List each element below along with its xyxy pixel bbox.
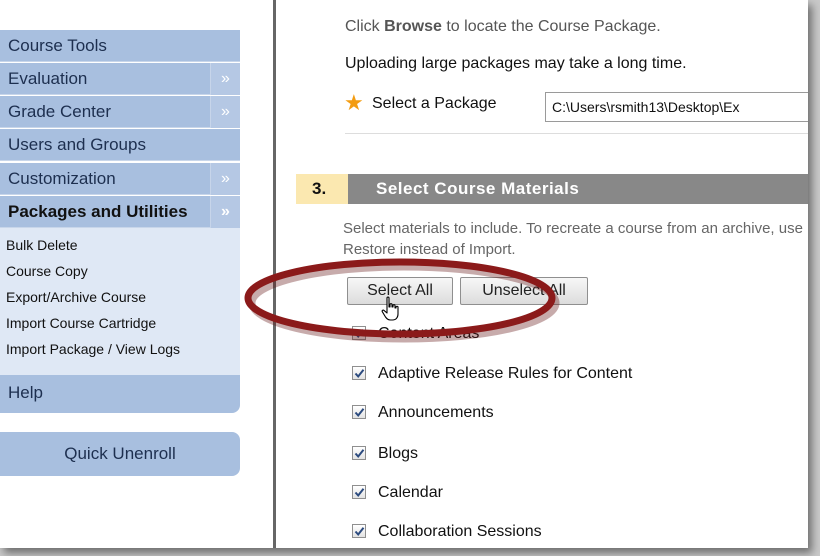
screenshot-frame: Course Tools Evaluation » Grade Center »… (0, 0, 808, 548)
sidebar-item-label: Evaluation (8, 69, 88, 88)
section-separator (345, 133, 808, 134)
submenu-item-bulk-delete[interactable]: Bulk Delete (0, 232, 240, 258)
sidebar-item-grade-center[interactable]: Grade Center » (0, 96, 240, 128)
sidebar-item-customization[interactable]: Customization » (0, 163, 240, 195)
sidebar-item-course-tools[interactable]: Course Tools (0, 30, 240, 62)
sidebar-item-packages-and-utilities[interactable]: Packages and Utilities » (0, 196, 240, 228)
sidebar-item-label: Users and Groups (8, 135, 146, 154)
packages-submenu: Bulk Delete Course Copy Export/Archive C… (0, 228, 240, 375)
material-item-collaboration-sessions[interactable]: Collaboration Sessions (352, 523, 542, 547)
checkbox-label: Collaboration Sessions (378, 523, 542, 540)
checkbox-label: Announcements (378, 404, 494, 421)
highlight-ellipse (244, 258, 560, 343)
material-item-adaptive-release[interactable]: Adaptive Release Rules for Content (352, 365, 632, 389)
submenu-item-import-cartridge[interactable]: Import Course Cartridge (0, 310, 240, 336)
checkbox[interactable] (352, 446, 366, 460)
browse-instruction: Click Browse to locate the Course Packag… (345, 18, 661, 35)
checkbox[interactable] (352, 485, 366, 499)
material-item-calendar[interactable]: Calendar (352, 484, 443, 508)
upload-note: Uploading large packages may take a long… (345, 55, 687, 72)
package-label: Select a Package (372, 95, 497, 112)
sidebar-item-label: Grade Center (8, 102, 111, 121)
chevron-right-icon[interactable]: » (210, 96, 240, 128)
chevron-right-icon[interactable]: » (210, 163, 240, 195)
material-item-announcements[interactable]: Announcements (352, 404, 494, 428)
sidebar-item-help[interactable]: Help (0, 375, 240, 413)
quick-unenroll-button[interactable]: Quick Unenroll (0, 432, 240, 476)
material-item-blogs[interactable]: Blogs (352, 445, 418, 469)
package-path-field[interactable] (545, 92, 808, 122)
sidebar-item-evaluation[interactable]: Evaluation » (0, 63, 240, 95)
course-management-sidebar: Course Tools Evaluation » Grade Center »… (0, 0, 240, 548)
sidebar-item-label: Customization (8, 169, 116, 188)
step-title: Select Course Materials (348, 174, 808, 204)
asterisk-icon: ★ (344, 90, 364, 115)
checkbox-label: Blogs (378, 445, 419, 462)
main-content: Click Browse to locate the Course Packag… (244, 0, 808, 548)
checkbox[interactable] (352, 405, 366, 419)
sidebar-item-label: Course Tools (8, 36, 107, 55)
submenu-item-import-package[interactable]: Import Package / View Logs (0, 336, 240, 362)
checkbox-label: Calendar (378, 484, 443, 501)
submenu-item-course-copy[interactable]: Course Copy (0, 258, 240, 284)
checkbox[interactable] (352, 366, 366, 380)
sidebar-item-label: Packages and Utilities (8, 202, 188, 221)
chevron-right-icon[interactable]: » (210, 196, 240, 228)
checkbox[interactable] (352, 524, 366, 538)
step-number: 3. (296, 174, 348, 204)
chevron-right-icon[interactable]: » (210, 63, 240, 95)
checkbox-label: Adaptive Release Rules for Content (378, 365, 633, 382)
sidebar-item-users-and-groups[interactable]: Users and Groups (0, 129, 240, 161)
submenu-item-export-archive[interactable]: Export/Archive Course (0, 284, 240, 310)
sidebar-item-label: Help (8, 383, 43, 402)
